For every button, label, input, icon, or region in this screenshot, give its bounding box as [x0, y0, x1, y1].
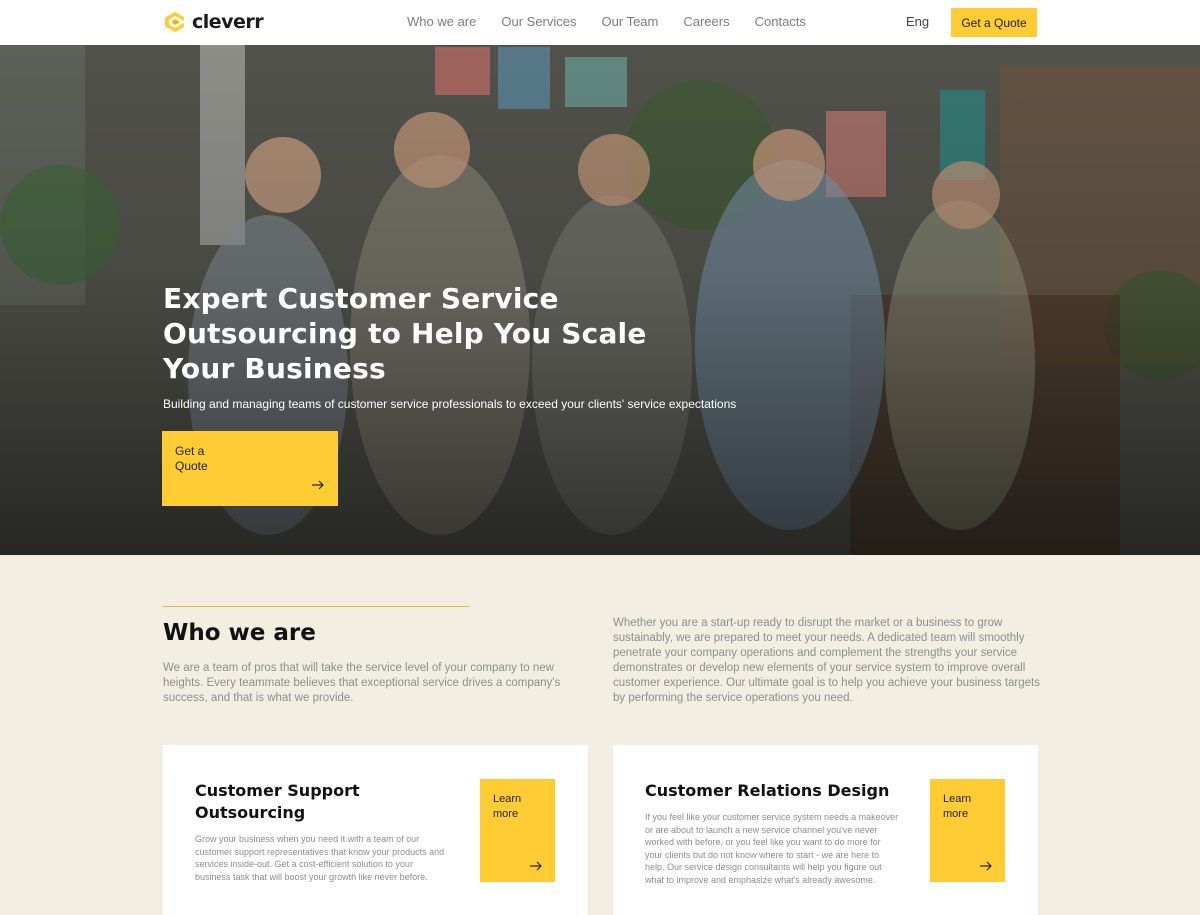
- section-title: Who we are: [163, 620, 316, 646]
- arrow-right-icon: [312, 480, 324, 490]
- nav-item-our-services[interactable]: Our Services: [501, 14, 576, 29]
- site-header: cleverr Who we are Our Services Our Team…: [0, 0, 1200, 45]
- service-card-text: If you feel like your customer service s…: [645, 812, 899, 885]
- brand-name: cleverr: [192, 11, 264, 33]
- nav-item-careers[interactable]: Careers: [683, 14, 729, 29]
- service-card-title: Customer Support Outsourcing: [195, 781, 360, 822]
- hero-subtitle: Building and managing teams of customer …: [163, 397, 737, 411]
- arrow-right-icon: [980, 861, 992, 871]
- cleverr-logo-icon: [165, 12, 184, 32]
- learn-more-button[interactable]: Learn more: [480, 779, 555, 882]
- service-card-text: Grow your business when you need it with…: [195, 834, 445, 882]
- header-get-quote-button[interactable]: Get a Quote: [951, 8, 1037, 37]
- hero-cta-label: Get a Quote: [175, 444, 208, 473]
- logo[interactable]: cleverr: [163, 10, 264, 34]
- learn-more-label: Learn more: [943, 793, 972, 820]
- nav-item-who-we-are[interactable]: Who we are: [407, 14, 476, 29]
- section-divider: [163, 606, 469, 607]
- main-nav: Who we are Our Services Our Team Careers…: [407, 14, 831, 29]
- language-switcher[interactable]: Eng: [906, 14, 929, 29]
- service-card: Customer Support Outsourcing Grow your b…: [163, 745, 588, 915]
- hero-get-quote-button[interactable]: Get a Quote: [162, 431, 338, 506]
- nav-item-contacts[interactable]: Contacts: [755, 14, 806, 29]
- who-detail-text: Whether you are a start-up ready to disr…: [613, 617, 1040, 704]
- learn-more-button[interactable]: Learn more: [930, 779, 1005, 882]
- hero-section: Expert Customer Service Outsourcing to H…: [0, 45, 1200, 555]
- arrow-right-icon: [530, 861, 542, 871]
- hero-title: Expert Customer Service Outsourcing to H…: [163, 282, 647, 385]
- service-card: Customer Relations Design If you feel li…: [613, 745, 1038, 915]
- learn-more-label: Learn more: [493, 793, 522, 820]
- who-intro-text: We are a team of pros that will take the…: [163, 662, 561, 704]
- service-card-title: Customer Relations Design: [645, 781, 890, 800]
- nav-item-our-team[interactable]: Our Team: [602, 14, 659, 29]
